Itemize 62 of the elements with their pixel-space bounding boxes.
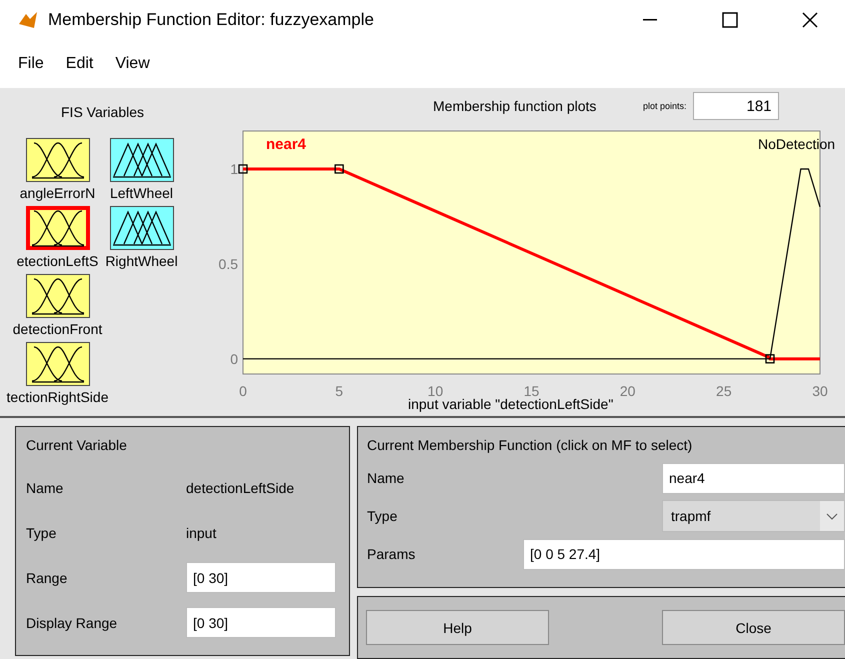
tick-label: 25 [716,383,732,399]
plot-points-label: plot points: [643,101,687,111]
field-label: Name [26,480,64,496]
axis-label: input variable "detectionLeftSide" [408,396,614,412]
bell-mf-icon [30,209,86,247]
variable-button[interactable] [110,138,174,182]
triangle-mf-icon [112,140,172,180]
tick-label: 1 [230,160,238,177]
field-label: Type [26,524,58,540]
window-title: Membership Function Editor: fuzzyexample [48,10,375,30]
panel-title: Current Variable [26,437,128,453]
menu-item[interactable]: View [115,55,150,73]
plot-title: Membership function plots [433,98,598,114]
bell-mf-icon [30,277,86,315]
mf-handle-icon[interactable] [238,164,248,174]
tick-label: 30 [812,383,828,399]
tick-label: 20 [620,383,636,399]
tick-label: 0 [239,383,247,399]
mf-label: NoDetection [758,136,836,152]
variable-button[interactable] [26,274,90,318]
field-label: Display Range [26,614,118,630]
variable-label: RightWheel [105,253,178,269]
tick-label: 10 [428,383,444,399]
close-button[interactable]: Close [662,610,845,645]
field-label: Range [26,570,68,586]
name-field[interactable]: near4 [662,462,845,494]
tick-label: 0.5 [218,256,238,272]
help-button[interactable]: Help [366,610,549,645]
variable-label: tectionRightSide [6,389,108,405]
menu-item[interactable]: Edit [66,55,94,73]
panel-title: Current Membership Function (click on MF to select) [367,437,694,453]
variable-label: detectionFront [12,321,102,337]
mf-label: near4 [266,136,306,153]
field-label: Name [367,470,404,486]
range-field[interactable]: [0 30] [186,562,336,593]
menu-item[interactable]: File [18,55,44,73]
mf-handle-icon[interactable] [765,354,775,364]
tick-label: 0 [230,350,238,367]
field-label: Type [367,508,398,524]
variable-label: LeftWheel [110,185,174,201]
tick-label: 15 [524,383,540,399]
triangle-mf-icon [112,208,172,248]
field-value: input [186,524,218,540]
params-field[interactable]: [0 0 5 27.4] [523,538,845,570]
variable-button[interactable] [26,138,90,182]
field-value: detectionLeftSide [186,480,296,496]
type-dropdown[interactable]: trapmf [662,500,845,532]
variable-button[interactable] [26,342,90,386]
chevron-down-icon [820,501,844,531]
plot-points-field[interactable]: 181 [692,92,779,120]
app-logo-icon [18,10,38,30]
variable-label: etectionLeftS [16,253,98,269]
tick-label: 5 [335,383,344,399]
field-label: Params [367,546,416,562]
range-field[interactable]: [0 30] [186,607,336,638]
bell-mf-icon [30,141,86,179]
variable-label: angleErrorN [20,185,96,201]
bell-mf-icon [30,345,86,383]
section-title: FIS Variables [61,104,144,120]
mf-handle-icon[interactable] [334,164,344,174]
variable-button[interactable] [110,206,174,250]
variable-button[interactable] [26,206,90,250]
